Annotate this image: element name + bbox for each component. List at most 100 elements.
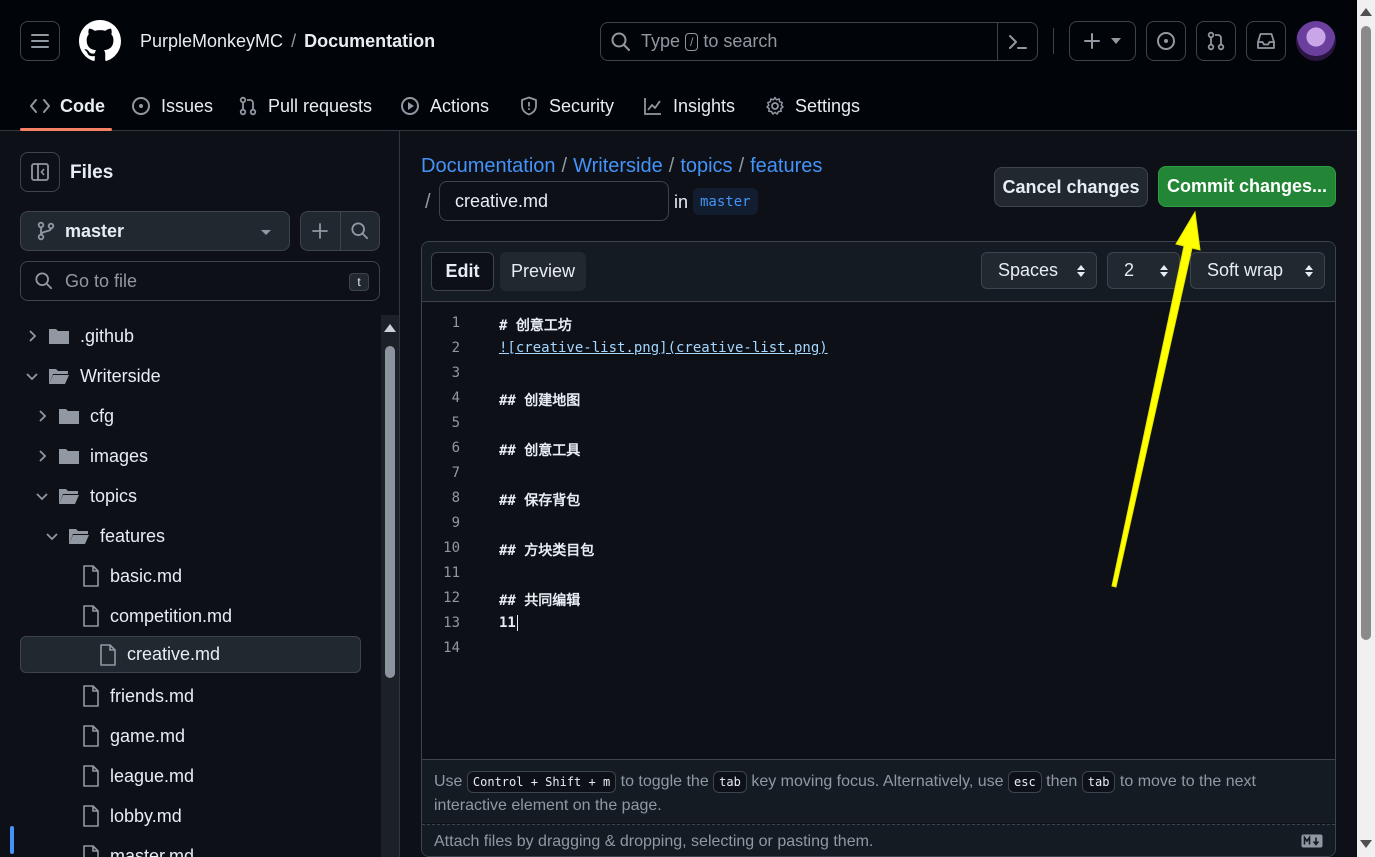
tree-item-friends-md[interactable]: friends.md	[20, 676, 361, 716]
scroll-up-icon[interactable]	[1360, 8, 1372, 16]
path-link[interactable]: Writerside	[573, 155, 663, 177]
code-line: # 创意工坊	[499, 318, 572, 334]
tab-actions[interactable]: Actions	[400, 82, 489, 130]
sidebar-title: Files	[70, 162, 114, 183]
create-new-button[interactable]	[1069, 21, 1136, 61]
app-header: PurpleMonkeyMC / Documentation Type / to s…	[0, 0, 1357, 131]
folder-open-icon	[49, 369, 69, 384]
sidebar-scrollbar-thumb[interactable]	[385, 346, 395, 678]
file-tree-sidebar: Files master Go to file t .github Writer…	[0, 131, 400, 857]
code-icon	[30, 99, 50, 113]
tab-security[interactable]: Security	[519, 82, 614, 130]
sidebar-collapse-icon	[31, 163, 49, 181]
path-link[interactable]: Documentation	[421, 155, 556, 177]
pull-requests-button[interactable]	[1196, 21, 1236, 61]
in-label: in	[674, 192, 689, 212]
tab-label: Pull requests	[268, 95, 373, 116]
repo-link[interactable]: Documentation	[304, 31, 435, 51]
indent-mode-value: Spaces	[998, 260, 1059, 280]
inbox-button[interactable]	[1246, 21, 1286, 61]
tree-item-league-md[interactable]: league.md	[20, 756, 361, 796]
indent-mode-select[interactable]: Spaces	[981, 252, 1097, 289]
tab-insights[interactable]: Insights	[643, 82, 735, 130]
code-area[interactable]: 1 # 创意工坊 2 ![creative-list.png](creative…	[422, 302, 1335, 759]
github-logo-icon[interactable]	[79, 20, 121, 62]
tree-item-features[interactable]: features	[20, 516, 361, 556]
path-separator: /	[561, 155, 568, 177]
path-link[interactable]: topics	[680, 155, 732, 177]
tree-item-images[interactable]: images	[20, 436, 361, 476]
tree-item-label: topics	[90, 485, 138, 506]
help-text: to toggle the	[620, 773, 709, 790]
tree-item-lobby-md[interactable]: lobby.md	[20, 796, 361, 836]
tab-label: Security	[549, 95, 615, 116]
tree-item-writerside[interactable]: Writerside	[20, 356, 361, 396]
menu-button[interactable]	[20, 21, 60, 61]
owner-link[interactable]: PurpleMonkeyMC	[140, 31, 283, 51]
folder-open-icon	[69, 529, 89, 544]
line-number: 10	[443, 540, 460, 556]
file-icon	[83, 685, 99, 707]
tree-item-game-md[interactable]: game.md	[20, 716, 361, 756]
line-number: 14	[443, 640, 460, 656]
cancel-changes-button[interactable]: Cancel changes	[994, 167, 1148, 207]
tab-code[interactable]: Code	[30, 82, 105, 130]
scroll-up-icon[interactable]	[384, 324, 396, 332]
indent-size-value: 2	[1124, 260, 1135, 280]
tree-item-creative-md[interactable]: creative.md	[20, 636, 361, 673]
tree-item-github[interactable]: .github	[20, 316, 361, 356]
search-input[interactable]: Type / to search	[600, 22, 1038, 61]
line-number: 11	[443, 565, 460, 581]
pull-request-icon	[239, 96, 257, 116]
tree-item-label: friends.md	[110, 685, 195, 706]
page-scrollbar-thumb[interactable]	[1361, 26, 1371, 640]
tree-item-cfg[interactable]: cfg	[20, 396, 361, 436]
chevron-right-icon	[32, 449, 52, 463]
issue-icon	[1157, 32, 1175, 50]
branch-badge: master	[693, 188, 758, 215]
search-files-button[interactable]	[341, 212, 380, 250]
tree-item-basic-md[interactable]: basic.md	[20, 556, 361, 596]
branch-selector[interactable]: master	[20, 211, 290, 251]
text-cursor	[516, 615, 518, 631]
line-number: 5	[451, 415, 460, 431]
tree-item-label: game.md	[110, 725, 186, 746]
wrap-mode-select[interactable]: Soft wrap	[1190, 252, 1325, 289]
tab-preview[interactable]: Preview	[500, 252, 586, 291]
plus-icon	[312, 223, 329, 239]
file-icon	[100, 643, 116, 666]
collapse-sidebar-button[interactable]	[20, 152, 60, 192]
tab-edit[interactable]: Edit	[431, 252, 494, 291]
tree-item-competition-md[interactable]: competition.md	[20, 596, 361, 636]
line-number: 12	[443, 590, 460, 606]
page-scrollbar[interactable]	[1357, 0, 1375, 857]
tab-label: Insights	[673, 95, 736, 116]
shortcut-key: esc	[1008, 771, 1042, 793]
path-link[interactable]: features	[750, 155, 822, 177]
tab-issues[interactable]: Issues	[131, 82, 213, 130]
line-number: 4	[451, 390, 460, 406]
tree-item-master-md[interactable]: master.md	[20, 836, 361, 857]
select-arrows-icon	[1305, 265, 1313, 277]
code-line: 11	[499, 615, 518, 631]
markdown-image-link[interactable]: ![creative-list.png](creative-list.png)	[499, 340, 828, 356]
add-file-button[interactable]	[301, 212, 341, 250]
attach-files-zone[interactable]: Attach files by dragging & dropping, sel…	[422, 824, 1335, 856]
issues-button[interactable]	[1146, 21, 1186, 61]
scroll-down-icon[interactable]	[1360, 840, 1372, 848]
go-to-file-input[interactable]: Go to file t	[20, 261, 380, 301]
commit-changes-button[interactable]: Commit changes...	[1158, 166, 1336, 207]
avatar[interactable]	[1296, 21, 1336, 61]
select-arrows-icon	[1077, 265, 1085, 277]
chevron-down-icon	[22, 371, 42, 381]
tab-pull-requests[interactable]: Pull requests	[238, 82, 372, 130]
indent-size-select[interactable]: 2	[1107, 252, 1180, 289]
pull-request-icon	[1207, 31, 1225, 51]
tree-item-topics[interactable]: topics	[20, 476, 361, 516]
file-tree: .github Writerside cfg images topics fea…	[0, 316, 380, 857]
tree-item-label: competition.md	[110, 605, 233, 626]
tab-settings[interactable]: Settings	[765, 82, 860, 130]
filename-input[interactable]: creative.md	[439, 181, 669, 221]
command-palette-button[interactable]	[997, 23, 1037, 60]
issue-icon	[132, 97, 150, 115]
